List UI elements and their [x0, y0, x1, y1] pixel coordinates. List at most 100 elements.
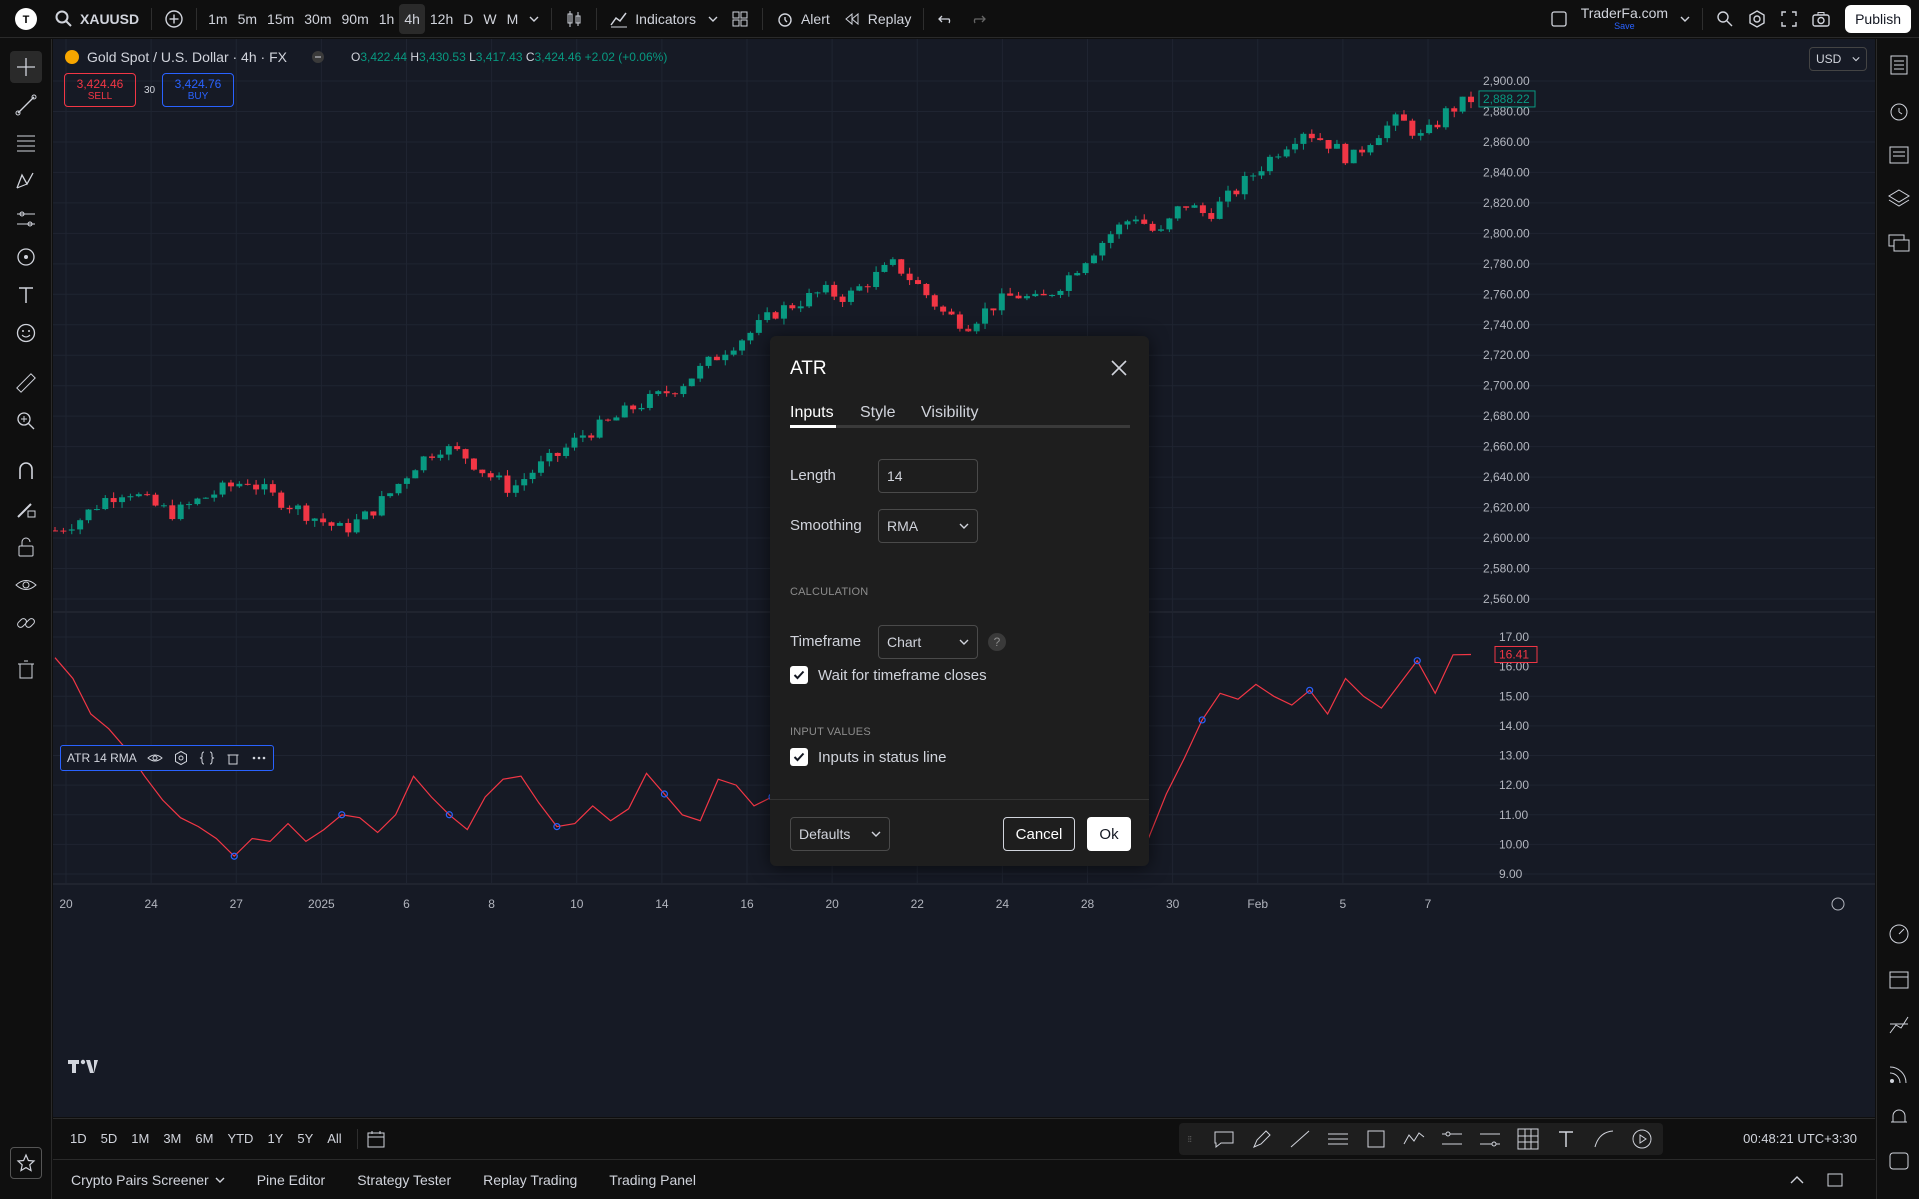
hide-drawings-tool[interactable] — [10, 569, 42, 601]
interval-button-W[interactable]: W — [478, 4, 501, 34]
range-button-5d[interactable]: 5D — [94, 1131, 125, 1146]
trend-line-icon[interactable] — [1287, 1126, 1313, 1152]
horizontal-lines-icon[interactable] — [1325, 1126, 1351, 1152]
range-button-all[interactable]: All — [320, 1131, 348, 1146]
interval-button-M[interactable]: M — [502, 4, 524, 34]
data-feed-button[interactable] — [1884, 1059, 1914, 1089]
indicator-legend[interactable]: ATR 14 RMA — [60, 745, 274, 771]
notifications-button[interactable] — [1884, 1102, 1914, 1132]
layouts-button[interactable] — [724, 4, 756, 34]
inputs-status-line-checkbox[interactable]: Inputs in status line — [790, 748, 946, 766]
app-logo[interactable]: T — [14, 7, 38, 31]
eye-icon[interactable] — [147, 750, 163, 766]
keep-drawing-tool[interactable] — [10, 493, 42, 525]
interval-button-12h[interactable]: 12h — [425, 4, 458, 34]
play-circle-icon[interactable] — [1629, 1126, 1655, 1152]
collapse-legend-icon[interactable] — [311, 50, 325, 64]
range-button-1d[interactable]: 1D — [63, 1131, 94, 1146]
symbol-search[interactable]: XAUUSD — [48, 4, 145, 34]
forecast-tool[interactable] — [10, 203, 42, 235]
interval-button-4h[interactable]: 4h — [399, 3, 425, 34]
checkbox-checked-icon[interactable] — [790, 748, 808, 766]
callout-icon[interactable] — [1211, 1126, 1237, 1152]
maximize-panel-icon[interactable] — [1825, 1170, 1845, 1190]
curve-icon[interactable] — [1591, 1126, 1617, 1152]
undo-button[interactable] — [930, 4, 962, 34]
fullscreen-layout-toggle[interactable] — [1543, 4, 1575, 34]
panel-tab-pine-editor[interactable]: Pine Editor — [241, 1172, 341, 1188]
help-icon[interactable]: ? — [988, 633, 1006, 651]
more-icon[interactable] — [251, 750, 267, 766]
magnet-tool[interactable] — [10, 455, 42, 487]
interval-button-15m[interactable]: 15m — [262, 4, 299, 34]
calendar-button[interactable] — [1884, 964, 1914, 994]
parallel-channel-icon[interactable] — [1477, 1126, 1503, 1152]
go-to-date-icon[interactable] — [366, 1129, 386, 1149]
cancel-button[interactable]: Cancel — [1003, 817, 1075, 851]
indicator-title[interactable]: ATR 14 RMA — [67, 751, 137, 765]
news-button[interactable] — [1884, 140, 1914, 170]
panel-tab-trading-panel[interactable]: Trading Panel — [593, 1172, 712, 1188]
settings-button[interactable] — [1741, 4, 1773, 34]
zoom-tool[interactable] — [10, 405, 42, 437]
ok-button[interactable]: Ok — [1087, 817, 1131, 851]
tab-inputs[interactable]: Inputs — [790, 404, 834, 422]
help-button[interactable] — [1884, 1146, 1914, 1176]
object-tree-button[interactable] — [1884, 184, 1914, 214]
tab-style[interactable]: Style — [860, 404, 896, 422]
chevron-down-icon[interactable] — [215, 1175, 225, 1185]
chart-type-button[interactable] — [558, 4, 590, 34]
chat-button[interactable] — [1884, 228, 1914, 258]
compare-symbol-button[interactable] — [158, 4, 190, 34]
indicators-button[interactable]: Indicators — [603, 4, 702, 34]
remove-drawings-tool[interactable] — [10, 653, 42, 685]
pattern-tool[interactable] — [10, 165, 42, 197]
emoji-tool[interactable] — [10, 317, 42, 349]
interval-dropdown[interactable] — [523, 4, 545, 34]
sell-button[interactable]: 3,424.46 SELL — [64, 73, 136, 107]
panel-tab-strategy-tester[interactable]: Strategy Tester — [341, 1172, 467, 1188]
crosshair-tool[interactable] — [10, 51, 42, 83]
range-button-1m[interactable]: 1M — [124, 1131, 156, 1146]
buy-button[interactable]: 3,424.76 BUY — [162, 73, 234, 107]
range-button-1y[interactable]: 1Y — [260, 1131, 290, 1146]
range-button-3m[interactable]: 3M — [156, 1131, 188, 1146]
watchlist-button[interactable] — [1884, 50, 1914, 80]
replay-button[interactable]: Replay — [836, 4, 918, 34]
interval-button-5m[interactable]: 5m — [233, 4, 262, 34]
range-button-ytd[interactable]: YTD — [220, 1131, 260, 1146]
interval-button-1m[interactable]: 1m — [203, 4, 232, 34]
measure-tool[interactable] — [10, 367, 42, 399]
favorites-button[interactable] — [10, 1147, 42, 1179]
gear-icon[interactable] — [173, 750, 189, 766]
snapshot-button[interactable] — [1805, 4, 1837, 34]
panel-tab-replay-trading[interactable]: Replay Trading — [467, 1172, 593, 1188]
account-menu[interactable]: TraderFa.com Save — [1581, 6, 1668, 31]
fib-tool[interactable] — [10, 127, 42, 159]
indicators-dropdown[interactable] — [702, 4, 724, 34]
currency-select[interactable]: USD — [1809, 47, 1867, 71]
length-input[interactable]: 14 — [878, 459, 978, 493]
lock-drawings-tool[interactable] — [10, 531, 42, 563]
clock[interactable]: 00:48:21 UTC+3:30 — [1743, 1131, 1857, 1146]
redo-button[interactable] — [962, 4, 994, 34]
tab-visibility[interactable]: Visibility — [921, 404, 979, 422]
timeframe-select[interactable]: Chart — [878, 625, 978, 659]
interval-button-1h[interactable]: 1h — [374, 4, 400, 34]
close-icon[interactable] — [1109, 358, 1129, 378]
text-icon[interactable] — [1553, 1126, 1579, 1152]
sync-drawings-tool[interactable] — [10, 607, 42, 639]
smoothing-select[interactable]: RMA — [878, 509, 978, 543]
checkbox-checked-icon[interactable] — [790, 666, 808, 684]
path-icon[interactable] — [1401, 1126, 1427, 1152]
grid-icon[interactable] — [1515, 1126, 1541, 1152]
quick-search-button[interactable] — [1709, 4, 1741, 34]
range-button-6m[interactable]: 6M — [188, 1131, 220, 1146]
chevron-up-icon[interactable] — [1787, 1170, 1807, 1190]
trash-icon[interactable] — [225, 750, 241, 766]
interval-button-90m[interactable]: 90m — [337, 4, 374, 34]
wait-for-close-checkbox[interactable]: Wait for timeframe closes — [790, 666, 987, 684]
pen-icon[interactable] — [1249, 1126, 1275, 1152]
shapes-tool[interactable] — [10, 241, 42, 273]
interval-button-D[interactable]: D — [458, 4, 478, 34]
